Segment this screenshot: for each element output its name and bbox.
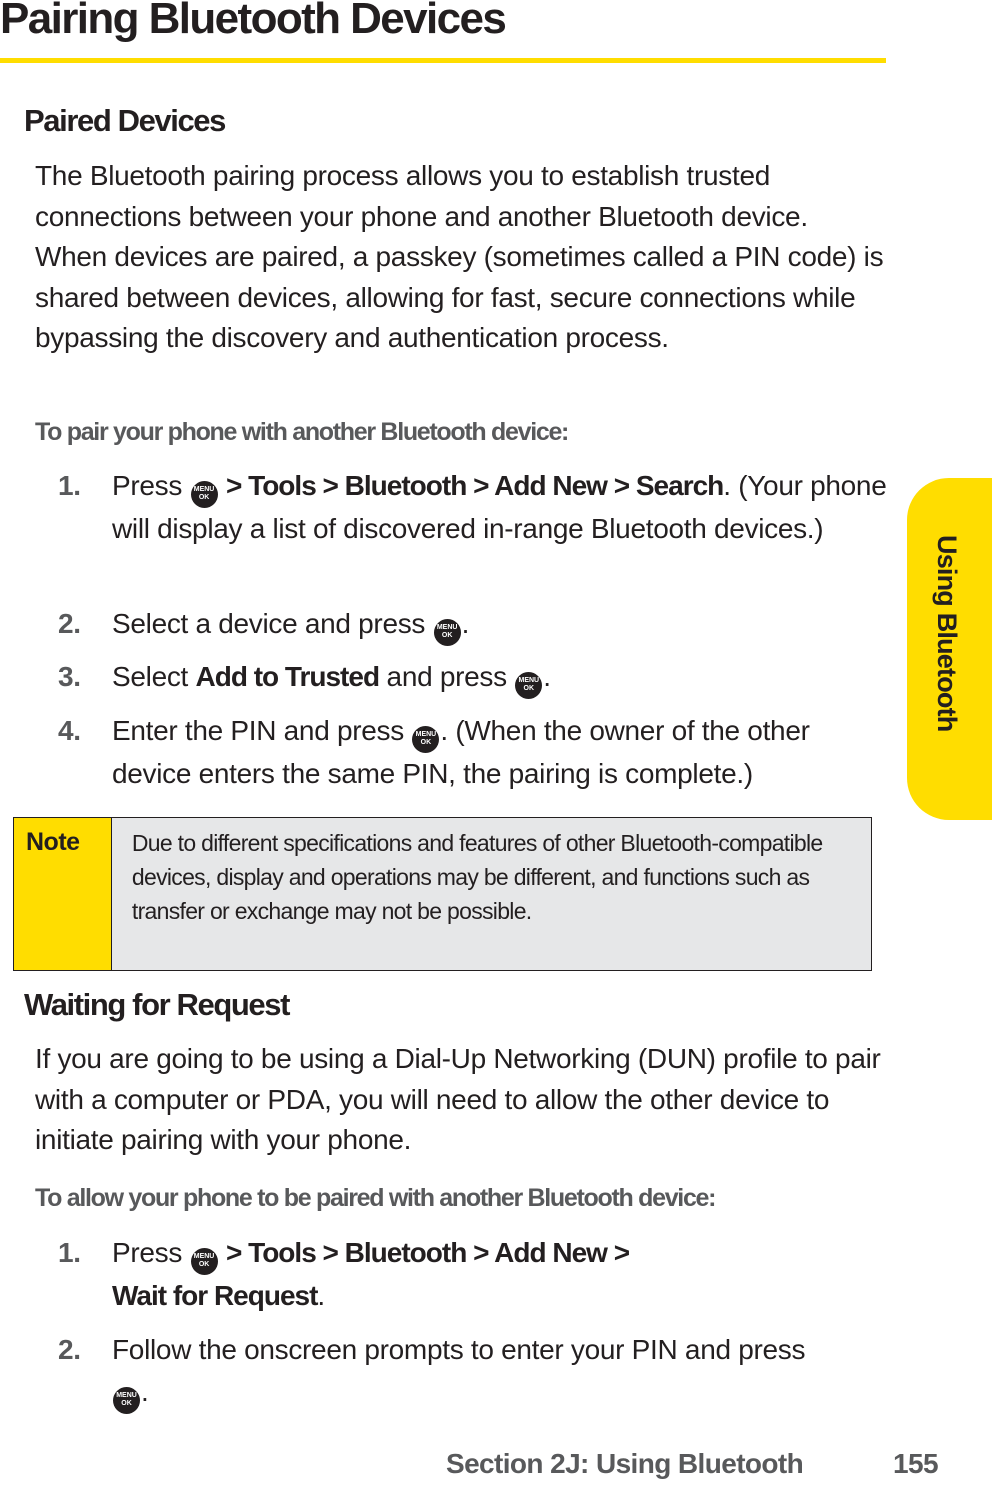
pair-step-2: 2. Select a device and press MENU OK. xyxy=(58,603,888,646)
step-number: 2. xyxy=(58,608,81,639)
pair-procedure-title: To pair your phone with another Bluetoot… xyxy=(35,418,569,446)
allow-procedure-title: To allow your phone to be paired with an… xyxy=(35,1184,716,1212)
page-title: Pairing Bluetooth Devices xyxy=(0,0,507,43)
menu-ok-key-icon: MENU OK xyxy=(113,1387,140,1414)
heading-waiting-for-request: Waiting for Request xyxy=(24,987,290,1022)
menu-path: > Tools > Bluetooth > Add New > Search xyxy=(226,470,724,501)
pair-step-3: 3. Select Add to Trusted and press MENU O… xyxy=(58,656,888,699)
note-label: Note xyxy=(14,818,112,970)
title-underline xyxy=(0,58,886,63)
step-text: Follow the onscreen prompts to enter you… xyxy=(112,1334,806,1365)
menu-ok-key-icon: MENU OK xyxy=(412,726,440,753)
note-box: Note Due to different specifications and… xyxy=(13,817,872,971)
side-tab-label: Using Bluetooth xyxy=(932,535,962,732)
heading-paired-devices: Paired Devices xyxy=(24,103,226,138)
step-text: Enter the PIN and press xyxy=(112,715,404,746)
menu-ok-key-icon: MENU OK xyxy=(190,1248,218,1275)
wait-step-1: 1. Press MENU OK > Tools > Bluetooth > Ad… xyxy=(58,1232,888,1317)
step-text: . xyxy=(543,661,551,692)
step-number: 1. xyxy=(58,470,81,501)
step-number: 2. xyxy=(58,1334,81,1365)
menu-ok-key-icon: MENU OK xyxy=(515,672,543,699)
menu-ok-key-icon: MENU OK xyxy=(433,619,461,646)
step-text: and press xyxy=(386,661,508,692)
page-number: 155 xyxy=(893,1448,939,1479)
menu-path: > Tools > Bluetooth > Add New > xyxy=(226,1237,630,1268)
menu-option: Add to Trusted xyxy=(195,661,381,692)
step-text: . xyxy=(317,1280,325,1311)
step-number: 4. xyxy=(58,715,81,746)
wait-step-2: 2. Follow the onscreen prompts to enter … xyxy=(58,1329,888,1414)
step-text: . xyxy=(461,608,470,639)
step-text: Select a device and press xyxy=(112,608,426,639)
step-number: 3. xyxy=(58,661,81,692)
step-number: 1. xyxy=(58,1237,81,1268)
menu-ok-key-icon: MENU OK xyxy=(190,481,218,508)
menu-option: Wait for Request xyxy=(112,1280,318,1311)
pair-step-1: 1. Press MENU OK > Tools > Bluetooth > Ad… xyxy=(58,465,888,550)
pair-step-4: 4. Enter the PIN and press MENU OK. (When… xyxy=(58,710,888,795)
footer-section: Section 2J: Using Bluetooth xyxy=(446,1448,804,1479)
step-text: Press xyxy=(112,470,183,501)
note-text: Due to different specifications and feat… xyxy=(131,830,823,924)
step-text: Select xyxy=(112,661,189,692)
step-text: . xyxy=(141,1376,149,1407)
step-text: Press xyxy=(112,1237,183,1268)
paired-devices-intro: The Bluetooth pairing process allows you… xyxy=(35,160,884,353)
waiting-intro: If you are going to be using a Dial-Up N… xyxy=(35,1043,881,1155)
